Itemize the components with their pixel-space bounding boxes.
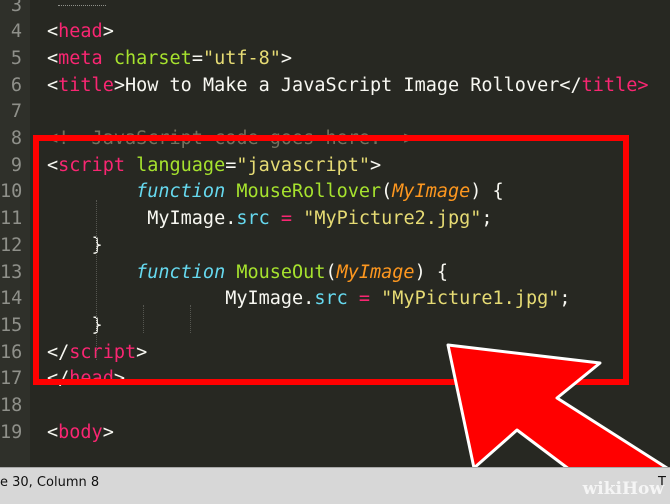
cursor-position: e 30, Column 8	[0, 475, 100, 490]
watermark-logo: wikiHow	[582, 479, 664, 499]
status-bar: e 30, Column 8 T	[0, 467, 670, 504]
red-arrow-icon	[446, 343, 669, 503]
